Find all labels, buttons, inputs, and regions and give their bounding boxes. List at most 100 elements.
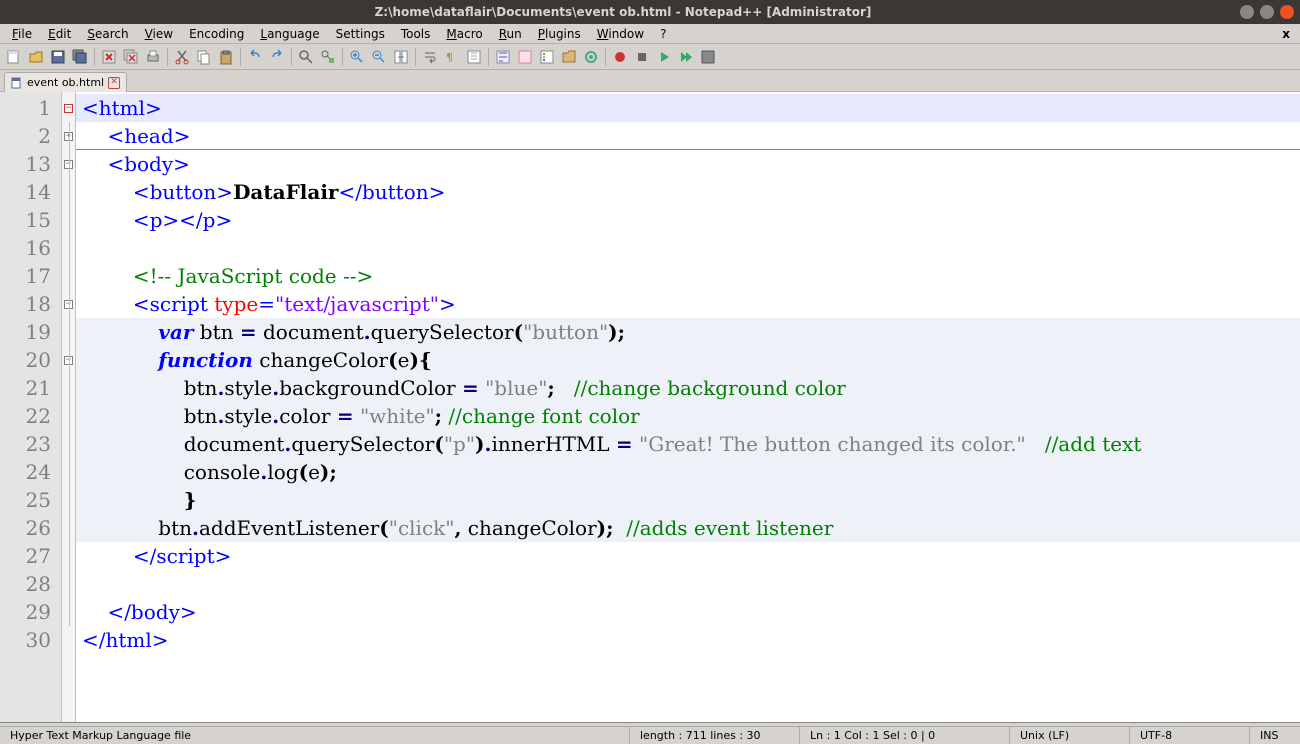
doc-map-icon[interactable] <box>515 47 535 67</box>
code-line[interactable]: console.log(e); <box>76 458 1300 486</box>
editor[interactable]: 1 2 13 14 15 16 17 18 19 20 21 22 23 24 … <box>0 92 1300 722</box>
redo-icon[interactable] <box>267 47 287 67</box>
menu-search[interactable]: Search <box>79 25 136 43</box>
code-line[interactable]: <body> <box>76 150 1300 178</box>
file-icon <box>11 77 23 89</box>
code-line[interactable]: function changeColor(e){ <box>76 346 1300 374</box>
code-line[interactable]: </body> <box>76 598 1300 626</box>
close-file-icon[interactable] <box>99 47 119 67</box>
code-line[interactable] <box>76 234 1300 262</box>
close-button[interactable] <box>1280 5 1294 19</box>
code-line[interactable]: document.querySelector("p").innerHTML = … <box>76 430 1300 458</box>
line-number: 14 <box>0 178 61 206</box>
lang-icon[interactable] <box>493 47 513 67</box>
line-number: 21 <box>0 374 61 402</box>
tab-close-icon[interactable]: ✕ <box>108 77 120 89</box>
tab-event-ob[interactable]: event ob.html ✕ <box>4 72 127 92</box>
save-all-icon[interactable] <box>70 47 90 67</box>
menu-window[interactable]: Window <box>589 25 652 43</box>
menu-macro[interactable]: Macro <box>438 25 490 43</box>
line-number: 23 <box>0 430 61 458</box>
menu-language[interactable]: Language <box>252 25 327 43</box>
code-line[interactable]: btn.style.backgroundColor = "blue"; //ch… <box>76 374 1300 402</box>
code-area[interactable]: <html> <head> <body> <button>DataFlair</… <box>76 92 1300 722</box>
menu-edit[interactable]: Edit <box>40 25 79 43</box>
cut-icon[interactable] <box>172 47 192 67</box>
line-number: 16 <box>0 234 61 262</box>
menu-run[interactable]: Run <box>491 25 530 43</box>
play-macro-icon[interactable] <box>654 47 674 67</box>
find-icon[interactable] <box>296 47 316 67</box>
line-number: 22 <box>0 402 61 430</box>
fold-toggle-icon[interactable]: − <box>64 104 73 113</box>
code-line[interactable]: <script type="text/javascript"> <box>76 290 1300 318</box>
record-macro-icon[interactable] <box>610 47 630 67</box>
show-all-chars-icon[interactable]: ¶ <box>442 47 462 67</box>
line-number: 25 <box>0 486 61 514</box>
line-number: 24 <box>0 458 61 486</box>
menu-view[interactable]: View <box>137 25 181 43</box>
code-line[interactable]: <html> <box>76 94 1300 122</box>
code-line[interactable]: var btn = document.querySelector("button… <box>76 318 1300 346</box>
toolbar-separator <box>291 48 292 66</box>
code-line[interactable]: } <box>76 486 1300 514</box>
titlebar: Z:\home\dataflair\Documents\event ob.htm… <box>0 0 1300 24</box>
code-line[interactable]: </script> <box>76 542 1300 570</box>
menu-tools[interactable]: Tools <box>393 25 439 43</box>
minimize-button[interactable] <box>1240 5 1254 19</box>
tab-label: event ob.html <box>27 76 104 89</box>
menu-help[interactable]: ? <box>652 25 674 43</box>
line-number: 29 <box>0 598 61 626</box>
wordwrap-icon[interactable] <box>420 47 440 67</box>
line-number: 15 <box>0 206 61 234</box>
monitor-icon[interactable] <box>581 47 601 67</box>
code-line[interactable] <box>76 570 1300 598</box>
paste-icon[interactable] <box>216 47 236 67</box>
new-file-icon[interactable] <box>4 47 24 67</box>
line-number: 13 <box>0 150 61 178</box>
code-line[interactable]: btn.addEventListener("click", changeColo… <box>76 514 1300 542</box>
print-icon[interactable] <box>143 47 163 67</box>
folder-icon[interactable] <box>559 47 579 67</box>
undo-icon[interactable] <box>245 47 265 67</box>
zoom-out-icon[interactable] <box>369 47 389 67</box>
code-line[interactable]: </html> <box>76 626 1300 654</box>
menu-plugins[interactable]: Plugins <box>530 25 589 43</box>
window-title: Z:\home\dataflair\Documents\event ob.htm… <box>6 5 1240 19</box>
status-length: length : 711 lines : 30 <box>630 727 800 744</box>
toolbar-separator <box>342 48 343 66</box>
stop-macro-icon[interactable] <box>632 47 652 67</box>
status-filetype: Hyper Text Markup Language file <box>0 727 630 744</box>
line-number: 28 <box>0 570 61 598</box>
copy-icon[interactable] <box>194 47 214 67</box>
status-ins: INS <box>1250 727 1300 744</box>
menubar: File Edit Search View Encoding Language … <box>0 24 1300 44</box>
maximize-button[interactable] <box>1260 5 1274 19</box>
function-list-icon[interactable] <box>537 47 557 67</box>
save-macro-icon[interactable] <box>698 47 718 67</box>
replace-icon[interactable] <box>318 47 338 67</box>
indent-guide-icon[interactable] <box>464 47 484 67</box>
save-icon[interactable] <box>48 47 68 67</box>
line-number: 2 <box>0 122 61 150</box>
code-line[interactable]: <button>DataFlair</button> <box>76 178 1300 206</box>
play-multi-icon[interactable] <box>676 47 696 67</box>
menubar-close-x[interactable]: x <box>1276 27 1296 41</box>
line-number: 20 <box>0 346 61 374</box>
statusbar: Hyper Text Markup Language file length :… <box>0 726 1300 744</box>
code-line[interactable]: <p></p> <box>76 206 1300 234</box>
zoom-in-icon[interactable] <box>347 47 367 67</box>
toolbar-separator <box>605 48 606 66</box>
menu-file[interactable]: File <box>4 25 40 43</box>
line-number: 30 <box>0 626 61 654</box>
code-line[interactable]: <!-- JavaScript code --> <box>76 262 1300 290</box>
code-line[interactable]: <head> <box>76 122 1300 150</box>
code-line[interactable]: btn.style.color = "white"; //change font… <box>76 402 1300 430</box>
close-all-icon[interactable] <box>121 47 141 67</box>
sync-scroll-icon[interactable] <box>391 47 411 67</box>
menu-encoding[interactable]: Encoding <box>181 25 252 43</box>
open-file-icon[interactable] <box>26 47 46 67</box>
menu-settings[interactable]: Settings <box>328 25 393 43</box>
line-number: 17 <box>0 262 61 290</box>
toolbar-separator <box>240 48 241 66</box>
